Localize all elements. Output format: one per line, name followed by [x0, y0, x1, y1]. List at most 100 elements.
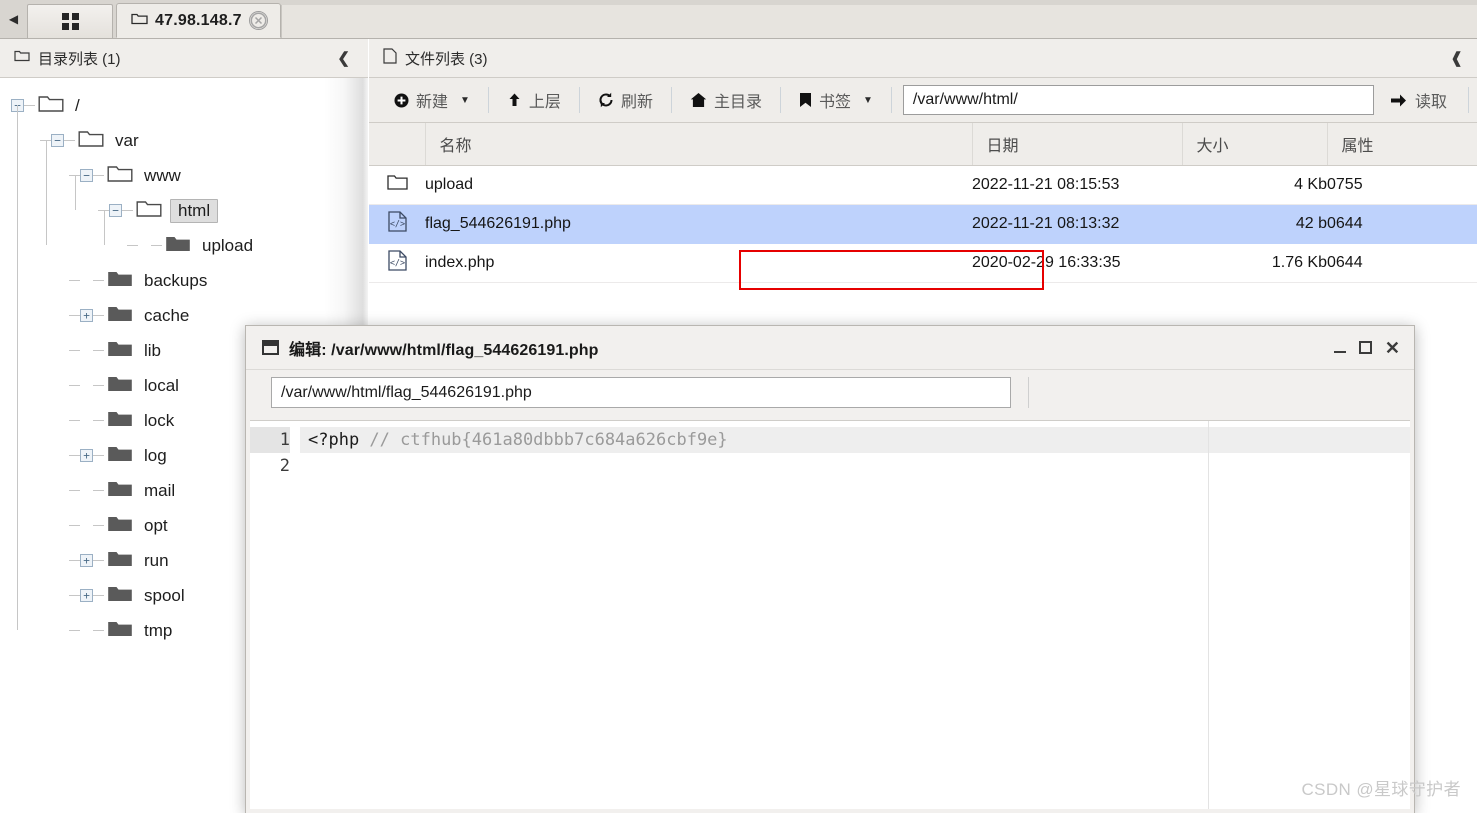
editor-content-area[interactable]: 1 2 <?php // ctfhub{461a80dbbb7c684a626cb… — [250, 420, 1410, 809]
tree-connector — [69, 595, 80, 596]
refresh-button[interactable]: 刷新 — [589, 85, 662, 115]
tree-node-backups[interactable]: backups — [0, 263, 368, 298]
path-input-value: /var/www/html/ — [912, 91, 1018, 108]
file-table-header-name[interactable]: 名称 — [425, 123, 973, 166]
svg-text:</>: </> — [389, 219, 404, 229]
folder-icon — [107, 618, 133, 643]
tree-node-label: backups — [144, 270, 208, 290]
editor-code-area[interactable]: <?php // ctfhub{461a80dbbb7c684a626cbf9e… — [300, 421, 1410, 809]
file-list-title: 文件列表 (3) — [405, 50, 488, 68]
tree-node-upload[interactable]: upload — [0, 228, 368, 263]
folder-icon — [107, 373, 133, 398]
file-table-header-date[interactable]: 日期 — [972, 123, 1183, 166]
tree-node-html[interactable]: − html — [0, 193, 368, 228]
sessions-grid-button[interactable] — [27, 4, 113, 38]
file-table-header-row: 名称 日期 大小 属性 — [369, 123, 1477, 166]
tree-node-var[interactable]: − var — [0, 123, 368, 158]
tree-vertical-connector — [17, 105, 18, 630]
close-icon[interactable]: ✕ — [1385, 339, 1400, 357]
editor-dialog-titlebar[interactable]: 编辑: /var/www/html/flag_544626191.php ✕ — [246, 326, 1414, 369]
tree-connector — [93, 315, 104, 316]
expand-panel-button[interactable]: ❰ — [1446, 49, 1467, 67]
minimize-icon[interactable] — [1333, 350, 1346, 353]
toolbar-separator — [487, 87, 489, 113]
tree-node-www[interactable]: − www — [0, 158, 368, 193]
editor-dialog: 编辑: /var/www/html/flag_544626191.php ✕ /… — [245, 325, 1415, 813]
tree-expand-icon[interactable]: + — [80, 449, 93, 462]
folder-icon — [107, 548, 133, 573]
editor-vertical-ruler — [1208, 421, 1209, 809]
editor-dialog-title: 编辑: /var/www/html/flag_544626191.php — [289, 341, 599, 359]
table-row[interactable]: upload 2022-11-21 08:15:53 4 Kb 0755 — [369, 165, 1477, 205]
tree-vertical-connector — [104, 210, 105, 245]
tree-collapse-icon[interactable]: − — [80, 169, 93, 182]
chevron-left-icon: ◀ — [8, 12, 19, 26]
file-manager-app: ◀ 47.98.148.7 目录列表 (1) ❮ −/ − var − www − html… — [0, 0, 1477, 813]
editor-path-input[interactable]: /var/www/html/flag_544626191.php — [271, 377, 1011, 408]
home-directory-button[interactable]: 主目录 — [681, 85, 771, 115]
tree-connector — [69, 420, 80, 421]
tree-node-label: lib — [144, 340, 162, 360]
tab-label: 47.98.148.7 — [155, 11, 242, 29]
refresh-button-label: 刷新 — [620, 94, 653, 111]
folder-icon — [107, 303, 133, 328]
file-table-header-size[interactable]: 大小 — [1182, 123, 1328, 166]
collapse-tree-button[interactable]: ❮ — [331, 49, 356, 67]
tree-node-label: run — [144, 550, 169, 570]
tree-connector — [93, 560, 104, 561]
tree-expand-icon[interactable]: + — [80, 589, 93, 602]
folder-icon — [14, 49, 30, 67]
maximize-icon[interactable] — [1358, 341, 1372, 354]
editor-line-number: 2 — [279, 456, 290, 476]
up-button[interactable]: 上层 — [498, 85, 570, 115]
file-icon — [383, 47, 397, 69]
file-table-body: upload 2022-11-21 08:15:53 4 Kb 0755 </> flag… — [369, 165, 1477, 283]
tab-close-button[interactable] — [248, 11, 268, 30]
tab-host-47-98-148-7[interactable]: 47.98.148.7 — [116, 3, 281, 38]
toolbar-separator — [578, 87, 580, 113]
file-table-header-attr[interactable]: 属性 — [1327, 123, 1477, 166]
file-name-cell: flag_544626191.php — [425, 204, 972, 244]
file-size-cell: 1.76 Kb — [1182, 243, 1327, 283]
window-controls: ✕ — [1333, 339, 1400, 357]
folder-icon — [107, 478, 133, 503]
tree-connector — [69, 385, 80, 386]
tree-node-label: local — [144, 375, 179, 395]
file-date-cell: 2020-02-29 16:33:35 — [972, 243, 1182, 283]
tree-node-[interactable]: −/ — [0, 88, 368, 123]
home-directory-label: 主目录 — [713, 94, 762, 111]
folder-icon — [107, 513, 133, 538]
plus-circle-icon — [394, 93, 409, 108]
tree-connector — [122, 210, 133, 211]
chevron-down-icon[interactable]: ▼ — [863, 95, 873, 106]
bookmark-button[interactable]: 书签 ▼ — [790, 85, 882, 115]
tree-expand-icon[interactable]: + — [80, 554, 93, 567]
tree-connector — [93, 350, 104, 351]
arrow-right-icon — [1390, 93, 1407, 108]
grid-icon — [61, 13, 79, 30]
tree-connector — [69, 630, 80, 631]
tab-scroll-left-button[interactable]: ◀ — [0, 0, 27, 38]
tree-expand-icon[interactable]: + — [80, 309, 93, 322]
directory-tree-title: 目录列表 (1) — [38, 50, 121, 68]
tree-collapse-icon[interactable]: − — [109, 204, 122, 217]
tree-connector — [69, 350, 80, 351]
path-input[interactable]: /var/www/html/ — [902, 85, 1374, 115]
tree-node-label: log — [144, 445, 167, 465]
table-row[interactable]: </> flag_544626191.php 2022-11-21 08:13:32… — [369, 204, 1477, 244]
editor-path-separator — [1028, 377, 1029, 408]
read-button[interactable]: 读取 — [1376, 88, 1459, 112]
arrow-up-icon — [507, 92, 522, 108]
file-size-cell: 42 b — [1182, 204, 1327, 244]
tree-collapse-icon[interactable]: − — [51, 134, 64, 147]
folder-icon — [107, 338, 133, 363]
tree-node-label: spool — [144, 585, 185, 605]
code-comment-flag: // ctfhub{461a80dbbb7c684a626cbf9e} — [369, 430, 728, 450]
table-row[interactable]: </> index.php 2020-02-29 16:33:35 1.76 Kb 06… — [369, 243, 1477, 283]
chevron-down-icon[interactable]: ▼ — [460, 95, 470, 106]
editor-line-number: 1 — [250, 427, 290, 453]
new-button[interactable]: 新建 ▼ — [385, 85, 479, 115]
tree-connector — [93, 455, 104, 456]
file-attr-cell: 0644 — [1327, 204, 1477, 244]
code-keyword: <?php — [308, 430, 370, 450]
